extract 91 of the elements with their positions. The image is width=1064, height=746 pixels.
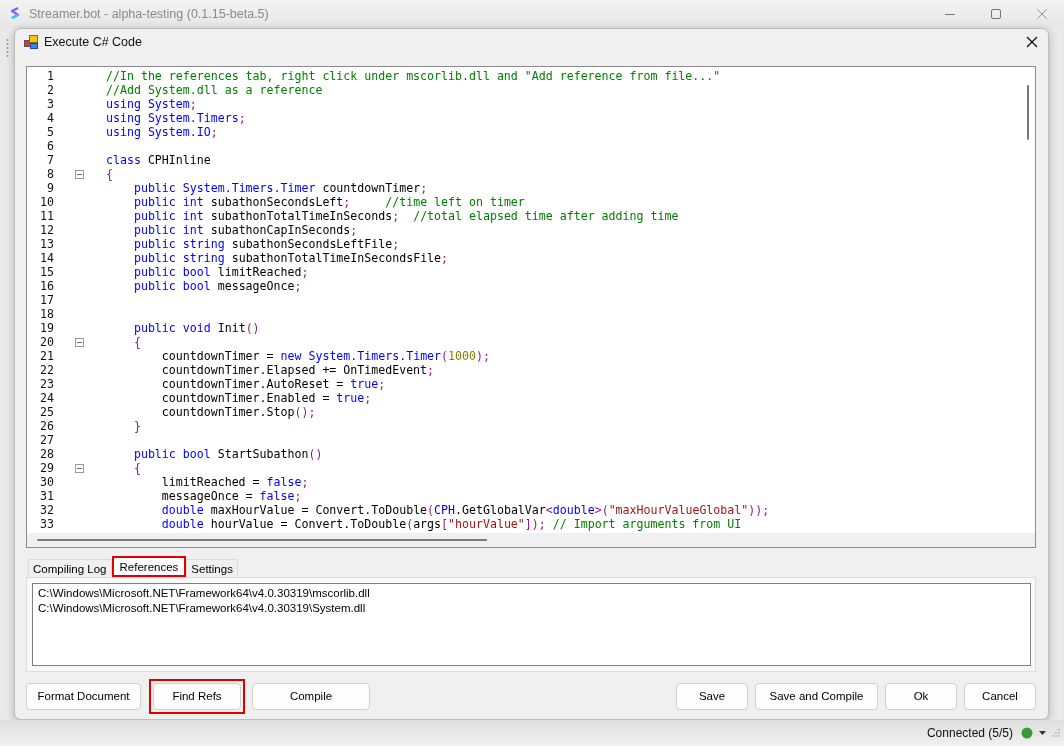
code-line: using System.IO; (106, 125, 218, 139)
code-line: public int subathonTotalTimeInSeconds; //total elapsed time after adding time (132, 209, 679, 223)
line-number: 8 (46, 167, 54, 181)
line-number: 23 (39, 377, 54, 391)
button[interactable]: Ok (885, 682, 957, 710)
line-number: 1 (46, 69, 54, 83)
line-number: 26 (39, 419, 54, 433)
form-icon (24, 35, 38, 49)
code-line: using System.Timers; (106, 111, 246, 125)
resize-grip-icon[interactable] (1052, 729, 1060, 737)
line-number: 20 (39, 335, 54, 349)
code-line: double maxHourValue = Convert.ToDouble(CPH.GetGlobalVar<double>("maxHourValueGlobal")); (160, 503, 770, 517)
code-line: public bool StartSubathon() (132, 447, 323, 461)
line-number: 2 (46, 83, 54, 97)
collapse-icon[interactable] (75, 169, 84, 179)
line-number: 6 (46, 139, 54, 153)
line-number: 28 (39, 447, 54, 461)
code-line: } (132, 419, 141, 433)
code-line: using System; (106, 97, 197, 111)
button[interactable]: Find Refs (153, 682, 241, 710)
tab[interactable]: Compiling Log (28, 559, 112, 577)
line-number: 14 (39, 251, 54, 265)
line-number: 25 (39, 405, 54, 419)
scrollbar-thumb[interactable] (37, 539, 487, 541)
code-line: countdownTimer.Stop(); (160, 405, 316, 419)
code-line: public System.Timers.Timer countdownTimer; (132, 181, 428, 195)
code-line: countdownTimer = new System.Timers.Timer(1000); (160, 349, 490, 363)
button[interactable]: Save (676, 682, 748, 710)
code-line: countdownTimer.Elapsed += OnTimedEvent; (160, 363, 435, 377)
line-number: 24 (39, 391, 54, 405)
close-icon[interactable] (1026, 36, 1038, 48)
line-number: 12 (39, 223, 54, 237)
scrollbar-thumb[interactable] (1027, 85, 1029, 140)
dialog-title: Execute C# Code (44, 35, 142, 49)
grip-icon[interactable] (5, 38, 9, 58)
line-number: 3 (46, 97, 54, 111)
code-line: messageOnce = false; (160, 489, 302, 503)
line-number: 29 (39, 461, 54, 475)
code-line: countdownTimer.Enabled = true; (160, 391, 372, 405)
line-number: 22 (39, 363, 54, 377)
code-line: public int subathonCapInSeconds; (132, 223, 358, 237)
code-line: public int subathonSecondsLeft; //time left on timer (132, 195, 525, 209)
line-number: 5 (46, 125, 54, 139)
code-line: { (132, 461, 141, 475)
code-line: public void Init() (132, 321, 260, 335)
line-number: 4 (46, 111, 54, 125)
code-line: class CPHInline (106, 153, 211, 167)
button[interactable]: Format Document (26, 682, 141, 710)
code-line: { (106, 167, 113, 181)
code-line: public bool messageOnce; (132, 279, 302, 293)
line-number: 9 (46, 181, 54, 195)
maximize-icon[interactable] (990, 8, 1002, 20)
button[interactable]: Cancel (964, 682, 1036, 710)
line-number: 10 (39, 195, 54, 209)
reference-item[interactable]: C:\Windows\Microsoft.NET\Framework64\v4.0.30319\mscorlib.dll (38, 586, 1025, 601)
tab[interactable]: Settings (186, 559, 238, 577)
button[interactable]: Save and Compile (755, 682, 878, 710)
reference-item[interactable]: C:\Windows\Microsoft.NET\Framework64\v4.0.30319\System.dll (38, 601, 1025, 616)
button[interactable]: Compile (252, 682, 370, 710)
line-number: 32 (39, 503, 54, 517)
line-number: 15 (39, 265, 54, 279)
code-line: limitReached = false; (160, 475, 309, 489)
window-title: Streamer.bot - alpha-testing (0.1.15-beta.5) (29, 7, 269, 21)
line-number: 30 (39, 475, 54, 489)
status-dot-icon (1021, 727, 1033, 739)
connection-status: Connected (5/5) (926, 726, 1013, 740)
collapse-icon[interactable] (75, 463, 84, 473)
line-number: 11 (39, 209, 54, 223)
line-number: 7 (46, 153, 54, 167)
line-number: 18 (39, 307, 54, 321)
code-line: { (132, 335, 141, 349)
code-line: public bool limitReached; (132, 265, 309, 279)
line-number: 33 (39, 517, 54, 531)
line-number: 17 (39, 293, 54, 307)
code-line: public string subathonSecondsLeftFile; (132, 237, 400, 251)
line-number: 31 (39, 489, 54, 503)
tab[interactable]: References (111, 556, 187, 577)
line-number: 13 (39, 237, 54, 251)
code-editor[interactable] (26, 66, 1036, 548)
line-number: 16 (39, 279, 54, 293)
code-line: //In the references tab, right click under mscorlib.dll and "Add reference from file..." (106, 69, 721, 83)
line-number: 19 (39, 321, 54, 335)
code-line: //Add System.dll as a reference (106, 83, 323, 97)
collapse-icon[interactable] (75, 337, 84, 347)
code-line: double hourValue = Convert.ToDouble(args["hourValue"]); // Import arguments from UI (160, 517, 742, 531)
line-number: 21 (39, 349, 54, 363)
app-logo-icon (9, 6, 21, 22)
line-number: 27 (39, 433, 54, 447)
code-line: countdownTimer.AutoReset = true; (160, 377, 386, 391)
caret-icon[interactable] (1039, 731, 1046, 735)
code-line: public string subathonTotalTimeInSecondsFile; (132, 251, 449, 265)
